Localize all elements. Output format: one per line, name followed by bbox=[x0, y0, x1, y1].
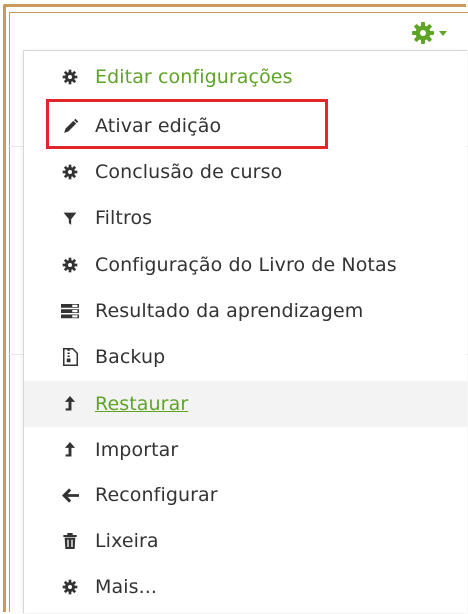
divider bbox=[9, 146, 23, 147]
settings-menu-trigger[interactable] bbox=[411, 20, 447, 46]
gear-icon bbox=[60, 577, 80, 597]
menu-item-label: Configuração do Livro de Notas bbox=[95, 254, 397, 276]
menu-item-label: Reconfigurar bbox=[95, 484, 218, 506]
trash-icon bbox=[60, 531, 80, 551]
menu-item-label: Backup bbox=[95, 346, 166, 368]
menu-item-label: Filtros bbox=[95, 207, 153, 229]
list-icon bbox=[60, 301, 80, 321]
highlight-annotation-box bbox=[46, 99, 328, 149]
file-archive-icon bbox=[60, 347, 80, 367]
upload-arrow-icon bbox=[60, 394, 80, 414]
menu-item-backup[interactable]: Backup bbox=[24, 334, 467, 380]
menu-item-editar-configuracoes[interactable]: Editar configurações bbox=[24, 54, 467, 100]
menu-item-lixeira[interactable]: Lixeira bbox=[24, 518, 467, 564]
menu-item-importar[interactable]: Importar bbox=[24, 427, 467, 473]
menu-item-resultado-aprendizagem[interactable]: Resultado da aprendizagem bbox=[24, 288, 467, 334]
divider bbox=[9, 354, 23, 355]
menu-item-label: Mais... bbox=[95, 576, 158, 598]
menu-item-label: Conclusão de curso bbox=[95, 161, 283, 183]
gear-icon bbox=[60, 162, 80, 182]
filter-icon bbox=[60, 208, 80, 228]
menu-item-configuracao-livro-de-notas[interactable]: Configuração do Livro de Notas bbox=[24, 242, 467, 288]
menu-item-mais[interactable]: Mais... bbox=[24, 564, 467, 610]
gear-icon bbox=[412, 22, 434, 44]
gear-icon bbox=[60, 255, 80, 275]
menu-item-label: Resultado da aprendizagem bbox=[95, 300, 364, 322]
menu-item-restaurar[interactable]: Restaurar bbox=[24, 381, 467, 427]
menu-item-conclusao-de-curso[interactable]: Conclusão de curso bbox=[24, 149, 467, 195]
menu-item-label: Editar configurações bbox=[95, 66, 293, 88]
arrow-left-icon bbox=[60, 485, 80, 505]
menu-item-reconfigurar[interactable]: Reconfigurar bbox=[24, 472, 467, 518]
menu-item-label: Restaurar bbox=[95, 393, 189, 415]
menu-item-filtros[interactable]: Filtros bbox=[24, 195, 467, 241]
menu-item-label: Lixeira bbox=[95, 530, 159, 552]
upload-arrow-icon bbox=[60, 440, 80, 460]
chevron-down-icon bbox=[439, 30, 447, 36]
menu-item-label: Importar bbox=[95, 439, 179, 461]
gear-icon bbox=[60, 67, 80, 87]
